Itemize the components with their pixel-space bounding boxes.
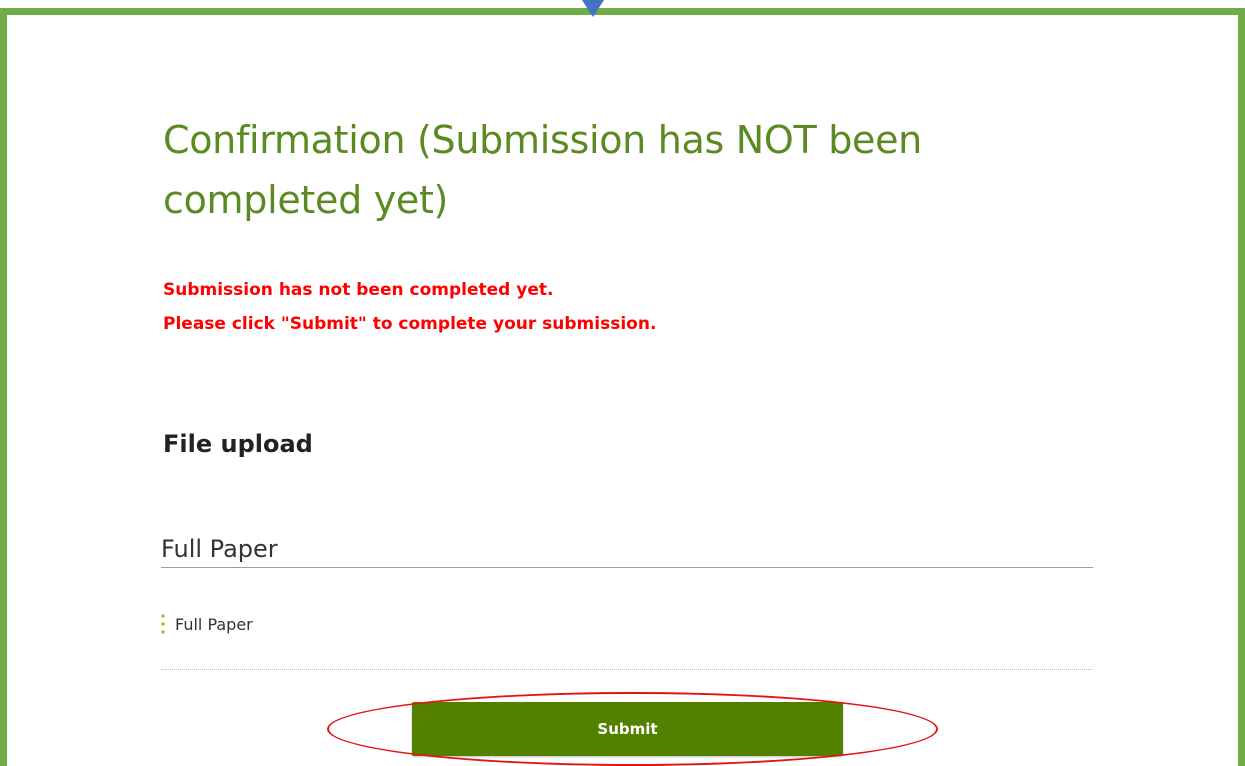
- down-arrow-icon: [582, 0, 604, 17]
- file-upload-heading: File upload: [163, 430, 313, 458]
- submission-warning: Submission has not been completed yet. P…: [163, 273, 656, 341]
- divider: [161, 669, 1093, 670]
- warning-line-1: Submission has not been completed yet.: [163, 280, 554, 300]
- file-list-item: Full Paper: [161, 611, 253, 637]
- full-paper-section-title: Full Paper: [161, 535, 278, 563]
- submit-button[interactable]: Submit: [412, 702, 843, 756]
- warning-line-2: Please click "Submit" to complete your s…: [163, 314, 657, 334]
- file-name: Full Paper: [175, 614, 253, 634]
- page-title: Confirmation (Submission has NOT been co…: [163, 118, 922, 222]
- vertical-dots-icon: [161, 612, 165, 636]
- full-paper-section: Full Paper: [161, 531, 1093, 568]
